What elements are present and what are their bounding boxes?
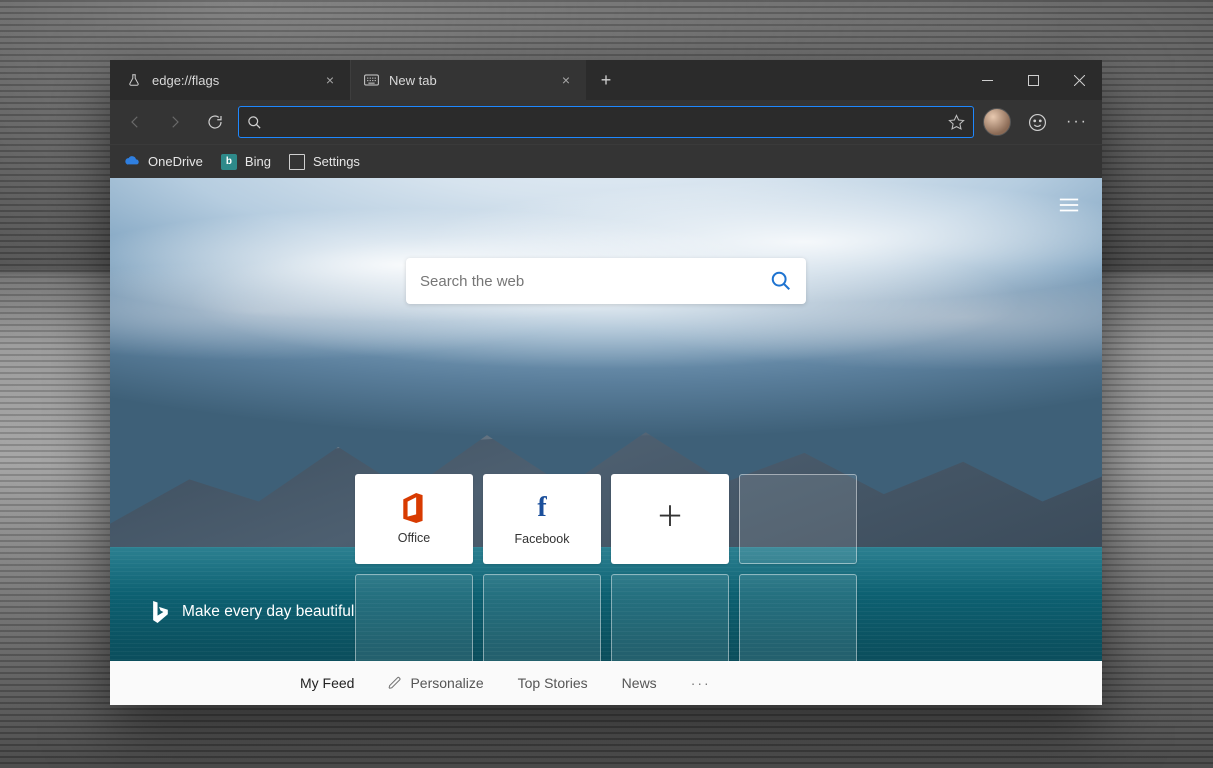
tile-placeholder[interactable] — [739, 574, 857, 664]
bing-logo-icon — [150, 601, 168, 623]
tab-title: New tab — [389, 73, 437, 88]
plus-icon: ＋ — [656, 495, 684, 535]
navigation-toolbar: ··· — [110, 100, 1102, 144]
keyboard-icon — [363, 72, 379, 88]
web-search-box[interactable] — [406, 258, 806, 304]
back-button[interactable] — [118, 105, 152, 139]
close-tab-button[interactable]: × — [558, 69, 574, 91]
refresh-button[interactable] — [198, 105, 232, 139]
feed-tab-personalize[interactable]: Personalize — [388, 675, 483, 691]
close-window-button[interactable] — [1056, 60, 1102, 100]
tile-placeholder[interactable] — [611, 574, 729, 664]
bookmark-bing[interactable]: b Bing — [221, 154, 271, 170]
more-button[interactable]: ··· — [1060, 105, 1094, 139]
tile-placeholder[interactable] — [483, 574, 601, 664]
bookmark-onedrive[interactable]: OneDrive — [124, 154, 203, 170]
tab-strip: edge://flags × New tab × + — [110, 60, 1102, 100]
page-settings-button[interactable] — [1058, 196, 1080, 214]
tile-label: Facebook — [515, 532, 570, 546]
bookmarks-bar: OneDrive b Bing Settings — [110, 144, 1102, 178]
forward-button[interactable] — [158, 105, 192, 139]
maximize-button[interactable] — [1010, 60, 1056, 100]
search-icon[interactable] — [770, 270, 792, 292]
page-icon — [289, 154, 305, 170]
feedback-button[interactable] — [1020, 105, 1054, 139]
tab-newtab[interactable]: New tab × — [350, 60, 586, 100]
feed-tab-news[interactable]: News — [622, 675, 657, 691]
quick-link-tiles: Office f Facebook ＋ — [355, 474, 857, 664]
tile-placeholder[interactable] — [355, 574, 473, 664]
feed-more-button[interactable]: ··· — [691, 675, 711, 691]
favorite-icon[interactable] — [948, 114, 965, 131]
bing-icon: b — [221, 154, 237, 170]
minimize-button[interactable] — [964, 60, 1010, 100]
search-icon — [247, 115, 262, 130]
feed-bar: My Feed Personalize Top Stories News ··· — [110, 661, 1102, 705]
office-icon — [401, 493, 427, 523]
avatar-icon — [983, 108, 1011, 136]
profile-button[interactable] — [980, 105, 1014, 139]
pencil-icon — [388, 676, 402, 690]
tile-add[interactable]: ＋ — [611, 474, 729, 564]
bookmark-label: OneDrive — [148, 154, 203, 169]
feed-tab-topstories[interactable]: Top Stories — [518, 675, 588, 691]
bookmark-label: Bing — [245, 154, 271, 169]
web-search-input[interactable] — [420, 273, 758, 290]
tile-label: Office — [398, 531, 430, 545]
close-tab-button[interactable]: × — [322, 69, 338, 91]
background-clouds — [110, 178, 1102, 468]
tab-title: edge://flags — [152, 73, 219, 88]
onedrive-icon — [124, 154, 140, 170]
bookmark-settings[interactable]: Settings — [289, 154, 360, 170]
tab-flags[interactable]: edge://flags × — [114, 60, 350, 100]
tile-office[interactable]: Office — [355, 474, 473, 564]
feed-tab-label: Personalize — [410, 675, 483, 691]
browser-window: edge://flags × New tab × + — [110, 60, 1102, 705]
bing-tagline[interactable]: Make every day beautiful — [150, 601, 354, 623]
flask-icon — [126, 72, 142, 88]
new-tab-page: Office f Facebook ＋ Make every day beaut… — [110, 178, 1102, 705]
feed-tab-myfeed[interactable]: My Feed — [300, 675, 354, 691]
new-tab-button[interactable]: + — [586, 60, 626, 100]
tile-facebook[interactable]: f Facebook — [483, 474, 601, 564]
bookmark-label: Settings — [313, 154, 360, 169]
address-input[interactable] — [270, 114, 940, 130]
bing-tagline-text: Make every day beautiful — [182, 603, 354, 621]
facebook-icon: f — [537, 492, 546, 524]
window-controls — [964, 60, 1102, 100]
tile-placeholder[interactable] — [739, 474, 857, 564]
address-bar[interactable] — [238, 106, 974, 138]
